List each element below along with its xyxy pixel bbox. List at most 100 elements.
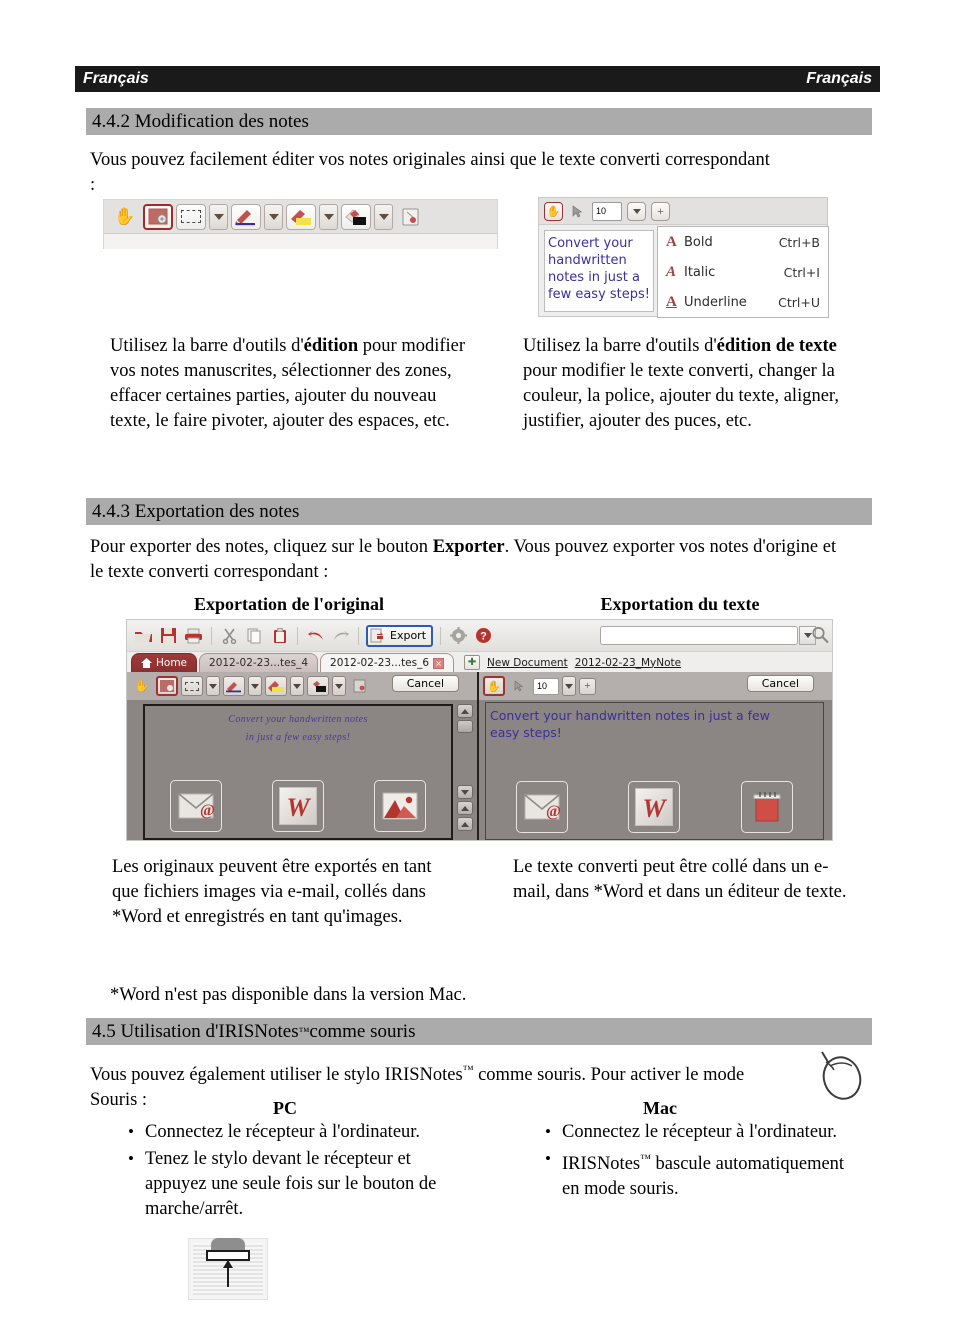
mouse-illustration — [812, 1046, 868, 1107]
export-button-label: Export — [390, 629, 427, 642]
notepad-export-icon[interactable] — [740, 781, 793, 833]
original-pane-scrollbar[interactable] — [457, 704, 473, 840]
search-icon[interactable] — [810, 625, 830, 650]
print-icon[interactable] — [183, 625, 204, 646]
menu-item-bold[interactable]: A Bold Ctrl+B — [658, 227, 828, 257]
eraser-dropdown-icon[interactable] — [332, 676, 346, 696]
rectangle-select-tool-icon[interactable] — [176, 203, 206, 230]
export-button[interactable]: Export — [366, 624, 434, 647]
mac-column-header: Mac — [643, 1098, 677, 1118]
cancel-button-text[interactable]: Cancel — [746, 675, 814, 692]
trademark-symbol: ™ — [298, 1025, 310, 1038]
highlighter-tool-icon[interactable] — [265, 676, 287, 696]
running-head-left: Français — [83, 70, 149, 87]
converted-text-preview[interactable]: Convert your handwritten notes in just a… — [544, 230, 654, 312]
section-heading-45-label-cont: comme souris — [309, 1020, 416, 1042]
pen-tool-icon[interactable] — [231, 203, 261, 230]
settings-tool-icon[interactable] — [156, 676, 178, 696]
rectangle-select-tool-icon[interactable] — [181, 676, 203, 696]
search-input[interactable] — [600, 626, 798, 645]
running-head: Français Français — [75, 66, 880, 92]
tab-close-icon[interactable]: × — [433, 657, 445, 669]
edit-toolbar-row: ✋ — [104, 200, 497, 234]
toolbar-separator — [297, 626, 298, 645]
cursor-arrow-icon[interactable] — [508, 676, 530, 696]
email-export-icon[interactable]: @ — [170, 780, 222, 832]
export-icon — [370, 628, 383, 643]
eraser-tool-icon[interactable] — [307, 676, 329, 696]
highlighter-dropdown-icon[interactable] — [319, 203, 338, 230]
tab-home-label: Home — [156, 657, 188, 669]
font-size-dropdown-icon[interactable] — [627, 201, 646, 221]
page-up-button[interactable] — [457, 801, 473, 815]
pen-tool-icon[interactable] — [223, 676, 245, 696]
trademark-symbol: ™ — [462, 1064, 474, 1076]
new-document-button[interactable]: ✚ — [464, 655, 481, 670]
eraser-dropdown-icon[interactable] — [374, 203, 393, 230]
cursor-arrow-icon[interactable] — [568, 202, 587, 221]
font-size-input[interactable]: 10 — [592, 201, 622, 221]
rotate-tool-icon[interactable] — [396, 204, 426, 230]
tab-note-4[interactable]: 2012-02-23...tes_4 — [199, 653, 319, 672]
highlighter-dropdown-icon[interactable] — [290, 676, 304, 696]
document-page: Français Français 4.4.2 Modification des… — [0, 0, 954, 1318]
page-prev-button[interactable] — [457, 817, 473, 831]
converted-text-content: Convert your handwritten notes in just a… — [490, 708, 770, 740]
cut-icon[interactable] — [219, 625, 240, 646]
eraser-tool-icon[interactable] — [341, 203, 371, 230]
rectangle-select-dropdown-icon[interactable] — [206, 676, 220, 696]
menu-item-underline-label: Underline — [684, 294, 747, 310]
scroll-down-button[interactable] — [457, 785, 473, 799]
format-context-menu[interactable]: A Bold Ctrl+B A Italic Ctrl+I A Underlin… — [657, 226, 829, 318]
hand-tool-icon[interactable]: ✋ — [110, 204, 140, 230]
mynote-document-link[interactable]: 2012-02-23_MyNote — [575, 657, 681, 669]
image-export-icon[interactable] — [374, 780, 426, 832]
save-icon[interactable] — [158, 625, 179, 646]
menu-item-underline[interactable]: A Underline Ctrl+U — [658, 287, 828, 317]
word-export-icon[interactable]: W — [628, 781, 681, 833]
original-export-icons-row: @ W — [145, 780, 451, 832]
panes-container: ✋ Cancel Convert your handwritten notes … — [127, 672, 832, 840]
add-button[interactable]: + — [651, 201, 670, 221]
list-item: IRISNotes™ bascule automatiquement en mo… — [542, 1146, 852, 1202]
converted-text-canvas[interactable]: Convert your handwritten notes in just a… — [485, 702, 824, 840]
email-export-icon[interactable]: @ — [516, 781, 569, 833]
running-head-right: Français — [806, 70, 872, 87]
highlighter-tool-icon[interactable] — [286, 203, 316, 230]
original-note-canvas[interactable]: Convert your handwritten notes in just a… — [143, 704, 453, 840]
section-heading-443: 4.4.3 Exportation des notes — [86, 498, 872, 525]
mac-instruction-list: Connectez le récepteur à l'ordinateur. I… — [542, 1119, 852, 1204]
original-pane-toolbar: ✋ Cancel — [127, 672, 477, 700]
font-size-dropdown-icon[interactable] — [562, 676, 576, 696]
new-document-link[interactable]: New Document — [487, 657, 568, 669]
help-icon[interactable]: ? — [473, 625, 494, 646]
text-toolbar-row: ✋ 10 + — [539, 198, 827, 225]
rotate-tool-icon[interactable] — [349, 676, 371, 696]
hand-tool-icon[interactable]: ✋ — [544, 201, 563, 221]
word-export-icon[interactable]: W — [272, 780, 324, 832]
pen-dropdown-icon[interactable] — [248, 676, 262, 696]
tab-home[interactable]: Home — [131, 653, 198, 672]
scroll-up-button[interactable] — [457, 704, 473, 718]
paste-icon[interactable] — [269, 625, 290, 646]
cancel-button-original[interactable]: Cancel — [391, 675, 459, 692]
tab-note-6[interactable]: 2012-02-23...tes_6 × — [320, 653, 455, 672]
redo-icon[interactable] — [330, 625, 351, 646]
open-folder-icon[interactable] — [133, 625, 154, 646]
hand-tool-icon[interactable]: ✋ — [131, 676, 153, 696]
svg-text:@: @ — [546, 803, 560, 820]
scroll-thumb[interactable] — [457, 720, 473, 733]
undo-icon[interactable] — [305, 625, 326, 646]
font-size-input[interactable]: 10 — [533, 677, 559, 695]
svg-text:W: W — [643, 794, 668, 822]
rectangle-select-dropdown-icon[interactable] — [209, 203, 228, 230]
svg-text:?: ? — [480, 631, 487, 643]
copy-icon[interactable] — [244, 625, 265, 646]
add-button[interactable]: + — [579, 677, 596, 695]
settings-tool-icon[interactable] — [143, 203, 173, 230]
hand-tool-icon[interactable]: ✋ — [483, 676, 505, 696]
section-heading-45: 4.5 Utilisation d'IRISNotes ™ comme souri… — [86, 1018, 872, 1045]
pen-dropdown-icon[interactable] — [264, 203, 283, 230]
menu-item-italic[interactable]: A Italic Ctrl+I — [658, 257, 828, 287]
settings-icon[interactable] — [448, 625, 469, 646]
